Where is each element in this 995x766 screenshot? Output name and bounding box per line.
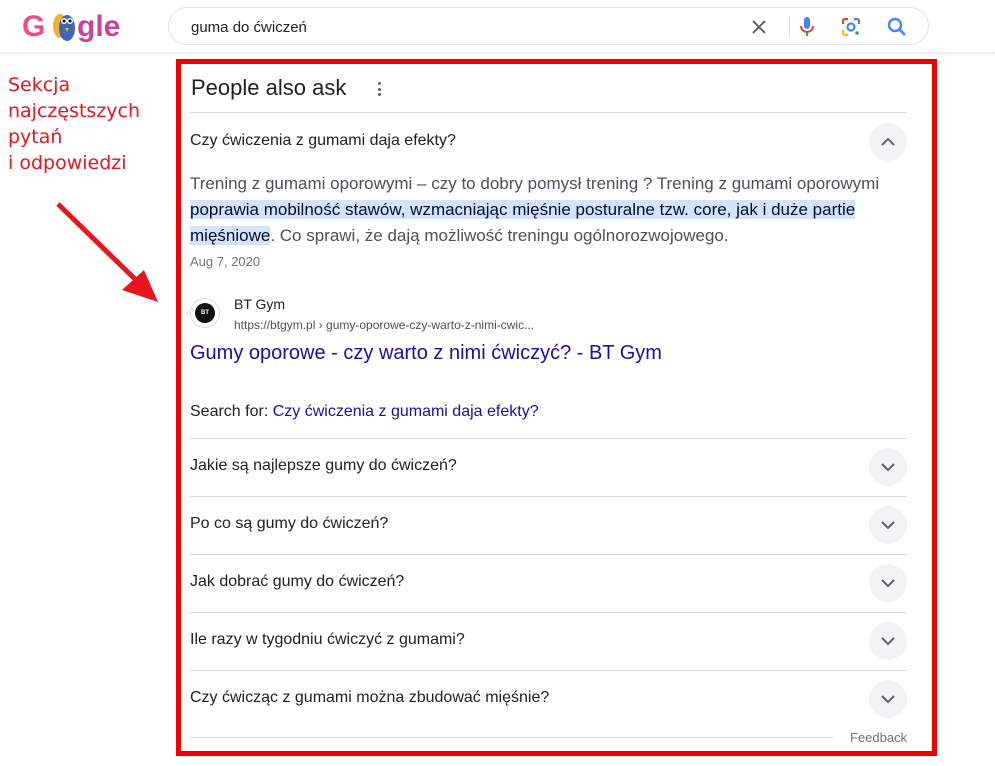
answer-snippet: Trening z gumami oporowymi – czy to dobr… (190, 171, 910, 249)
answer-text: Trening z gumami oporowymi – czy to dobr… (190, 174, 880, 193)
question-text: Jak dobrać gumy do ćwiczeń? (190, 573, 405, 590)
answer-date: Aug 7, 2020 (190, 254, 261, 269)
annotation-arrow-icon (56, 202, 158, 302)
annotation-line: i odpowiedzi (8, 152, 127, 174)
search-for: Search for: Czy ćwiczenia z gumami daja … (190, 403, 539, 421)
people-also-ask-title: People also ask (191, 75, 347, 100)
search-box (168, 7, 929, 45)
search-icon[interactable] (885, 15, 909, 39)
question-expanded[interactable]: Czy ćwiczenia z gumami daja efekty? (190, 113, 907, 171)
annotation-line: pytań (8, 126, 63, 148)
question-item[interactable]: Jakie są najlepsze gumy do ćwiczeń? (190, 438, 907, 496)
favicon-logo: BT (195, 303, 215, 323)
svg-text:gle: gle (77, 10, 120, 43)
chevron-down-icon[interactable] (869, 680, 907, 718)
question-text: Jakie są najlepsze gumy do ćwiczeń? (190, 457, 457, 474)
feedback-divider (190, 737, 833, 738)
search-header: G gle (0, 0, 995, 53)
question-text: Czy ćwicząc z gumami można zbudować mięś… (190, 689, 550, 706)
result-title-link[interactable]: Gumy oporowe - czy warto z nimi ćwiczyć?… (190, 342, 662, 365)
svg-text:G: G (22, 10, 45, 43)
chevron-up-icon[interactable] (869, 123, 907, 161)
question-text: Czy ćwiczenia z gumami daja efekty? (190, 132, 456, 149)
source-site-name[interactable]: BT Gym (234, 296, 285, 312)
google-lens-icon[interactable] (839, 15, 863, 39)
site-favicon[interactable]: BT (190, 298, 220, 328)
clear-icon[interactable] (747, 15, 771, 39)
question-item[interactable]: Po co są gumy do ćwiczeń? (190, 496, 907, 554)
question-item[interactable]: Ile razy w tygodniu ćwiczyć z gumami? (190, 612, 907, 670)
question-item[interactable]: Jak dobrać gumy do ćwiczeń? (190, 554, 907, 612)
search-for-label: Search for: (190, 403, 273, 420)
question-text: Ile razy w tygodniu ćwiczyć z gumami? (190, 631, 465, 648)
annotation-line: Sekcja (8, 74, 71, 96)
question-text: Po co są gumy do ćwiczeń? (190, 515, 389, 532)
chevron-down-icon[interactable] (869, 506, 907, 544)
more-options-icon[interactable] (372, 80, 386, 98)
chevron-down-icon[interactable] (869, 622, 907, 660)
annotation-text: Sekcja najczęstszych pytań i odpowiedzi (8, 72, 140, 176)
search-divider (789, 16, 790, 38)
annotation-line: najczęstszych (8, 100, 141, 122)
question-item[interactable]: Czy ćwicząc z gumami można zbudować mięś… (190, 670, 907, 728)
chevron-down-icon[interactable] (869, 448, 907, 486)
search-input[interactable] (191, 17, 731, 37)
source-url[interactable]: https://btgym.pl › gumy-oporowe-czy-wart… (234, 318, 534, 332)
answer-text-end: . Co sprawi, że dają możliwość treningu … (270, 226, 729, 245)
chevron-down-icon[interactable] (869, 564, 907, 602)
microphone-icon[interactable] (795, 15, 819, 39)
feedback-link[interactable]: Feedback (850, 730, 907, 745)
search-for-link[interactable]: Czy ćwiczenia z gumami daja efekty? (273, 403, 539, 420)
google-doodle-logo[interactable]: G gle (22, 6, 122, 46)
